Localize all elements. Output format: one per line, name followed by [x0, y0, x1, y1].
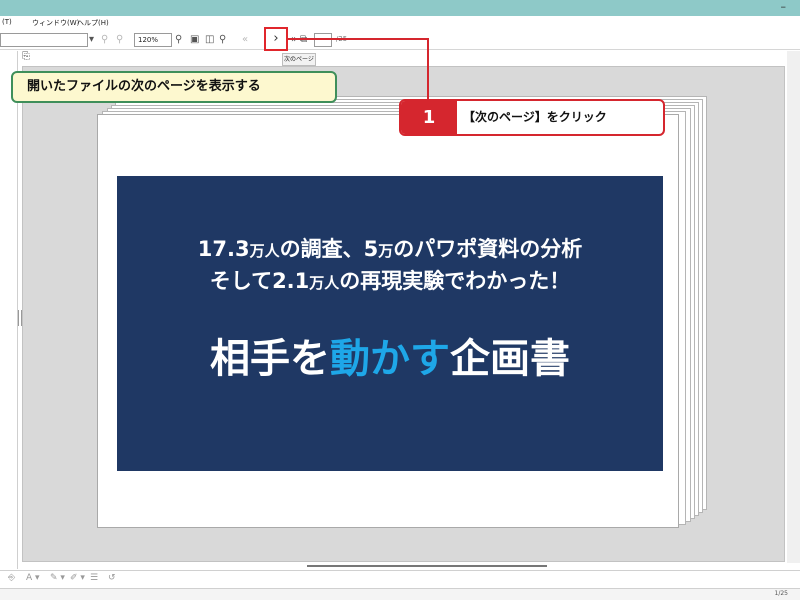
callout-connector	[288, 38, 429, 40]
app-window: – (T) ウィンドウ(W) ヘルプ(H) ▾ ⚲ ⚲ 120% ⚲ ▣ ◫ ⚲…	[0, 0, 800, 600]
title-text: 相手を	[210, 336, 330, 382]
zoom-icon[interactable]: ⚲	[175, 32, 182, 48]
step-number-badge: 1	[401, 101, 457, 134]
subtitle-text: の再現実験でわかった！	[339, 269, 571, 293]
description-callout: 開いたファイルの次のページを表示する	[11, 71, 337, 103]
cover-subtitle-line-1: 17.3万人の調査、5万のパワポ資料の分析	[117, 236, 663, 264]
title-text: 企画書	[450, 336, 570, 382]
minimize-button[interactable]: –	[781, 0, 787, 16]
menu-window[interactable]: ウィンドウ(W)	[32, 18, 79, 28]
toolbar: ▾ ⚲ ⚲ 120% ⚲ ▣ ◫ ⚲ « » ⧉ /25	[0, 30, 800, 50]
current-page: 17.3万人の調査、5万のパワポ資料の分析 そして2.1万人の再現実験でわかった…	[97, 114, 679, 528]
subtitle-text: 17.3	[197, 237, 250, 261]
first-page-icon[interactable]: «	[242, 32, 248, 48]
annotation-toolbar: ⎆ A ▾ ✎ ▾ ✐ ▾ ☰ ↺	[0, 570, 800, 588]
highlight-tool-icon[interactable]: ✎ ▾	[50, 573, 65, 583]
subtitle-text: 万	[378, 242, 394, 260]
new-document-icon[interactable]: ⎘	[22, 51, 30, 62]
subtitle-text: 万人	[249, 242, 280, 260]
status-page-indicator: 1/25	[774, 590, 788, 597]
toolbar-combo[interactable]	[0, 33, 88, 47]
vertical-scrollbar[interactable]	[787, 51, 800, 563]
subtitle-text: そして2.1	[209, 269, 310, 293]
step-instruction: 【次のページ】をクリック	[463, 110, 607, 124]
subtitle-text: 万人	[309, 274, 340, 292]
pen-tool-icon[interactable]: ✐ ▾	[70, 573, 85, 583]
callout-connector	[427, 38, 429, 100]
menu-bar: (T) ウィンドウ(W) ヘルプ(H)	[0, 16, 800, 30]
undo-icon[interactable]: ↺	[108, 573, 116, 583]
next-page-button[interactable]: ›	[264, 27, 288, 51]
cover-subtitle-line-2: そして2.1万人の再現実験でわかった！	[117, 268, 663, 296]
magnifier-icon[interactable]: ⚲	[219, 32, 226, 48]
left-panel	[0, 51, 18, 569]
fit-page-icon[interactable]: ▣	[190, 32, 199, 48]
status-bar: 1/25	[0, 588, 800, 600]
text-tool-icon[interactable]: A ▾	[26, 573, 40, 583]
cover-slide: 17.3万人の調査、5万のパワポ資料の分析 そして2.1万人の再現実験でわかった…	[117, 176, 663, 471]
zoom-in-icon[interactable]: ⚲	[116, 32, 123, 48]
last-page-icon[interactable]: »	[291, 32, 297, 48]
step-callout: 1 【次のページ】をクリック	[399, 99, 665, 136]
fit-width-icon[interactable]: ◫	[205, 32, 214, 48]
annotation-tool-icon[interactable]: ⎆	[8, 573, 15, 583]
lines-tool-icon[interactable]: ☰	[90, 573, 98, 583]
page-number-field[interactable]	[314, 33, 332, 47]
copy-page-icon[interactable]: ⧉	[300, 32, 307, 48]
title-bar: –	[0, 0, 800, 16]
horizontal-scrollbar-thumb[interactable]	[307, 565, 547, 567]
zoom-out-icon[interactable]: ⚲	[101, 32, 108, 48]
menu-help[interactable]: ヘルプ(H)	[77, 18, 109, 28]
subtitle-text: のパワポ資料の分析	[393, 237, 583, 261]
zoom-level-field[interactable]: 120%	[134, 33, 172, 47]
title-accent-text: 動かす	[330, 336, 450, 382]
next-page-tooltip: 次のページ	[282, 53, 316, 66]
subtitle-text: の調査、5	[279, 237, 379, 261]
menu-tools[interactable]: (T)	[2, 18, 12, 26]
cover-title: 相手を動かす企画書	[117, 334, 663, 384]
dropdown-arrow-icon[interactable]: ▾	[89, 32, 94, 48]
